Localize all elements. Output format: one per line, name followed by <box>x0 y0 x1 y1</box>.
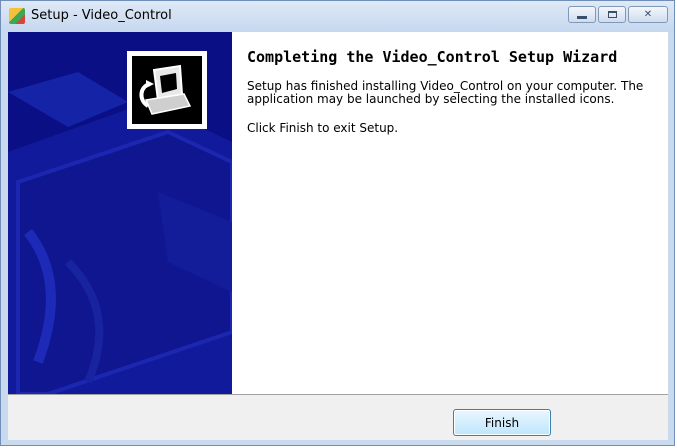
wizard-computer-icon <box>127 51 207 129</box>
maximize-icon <box>607 11 617 18</box>
setup-window: Setup - Video_Control ✕ Completing the V… <box>0 0 675 446</box>
title-bar[interactable]: Setup - Video_Control ✕ <box>1 1 674 31</box>
exit-instruction: Click Finish to exit Setup. <box>247 121 399 135</box>
button-bar: Finish <box>8 394 668 440</box>
app-setup-icon <box>9 8 25 24</box>
close-button[interactable]: ✕ <box>628 6 668 23</box>
close-icon: ✕ <box>643 9 653 20</box>
minimize-button[interactable] <box>568 6 596 23</box>
wizard-side-image <box>8 32 232 394</box>
finish-button[interactable]: Finish <box>453 409 551 436</box>
finish-message: Setup has finished installing Video_Cont… <box>247 79 644 106</box>
window-title: Setup - Video_Control <box>31 8 172 23</box>
minimize-icon <box>577 16 587 19</box>
maximize-button[interactable] <box>598 6 626 23</box>
wizard-content: Completing the Video_Control Setup Wizar… <box>247 49 657 151</box>
wizard-page: Completing the Video_Control Setup Wizar… <box>8 32 668 394</box>
page-title: Completing the Video_Control Setup Wizar… <box>247 48 618 66</box>
caption-buttons: ✕ <box>568 6 668 23</box>
